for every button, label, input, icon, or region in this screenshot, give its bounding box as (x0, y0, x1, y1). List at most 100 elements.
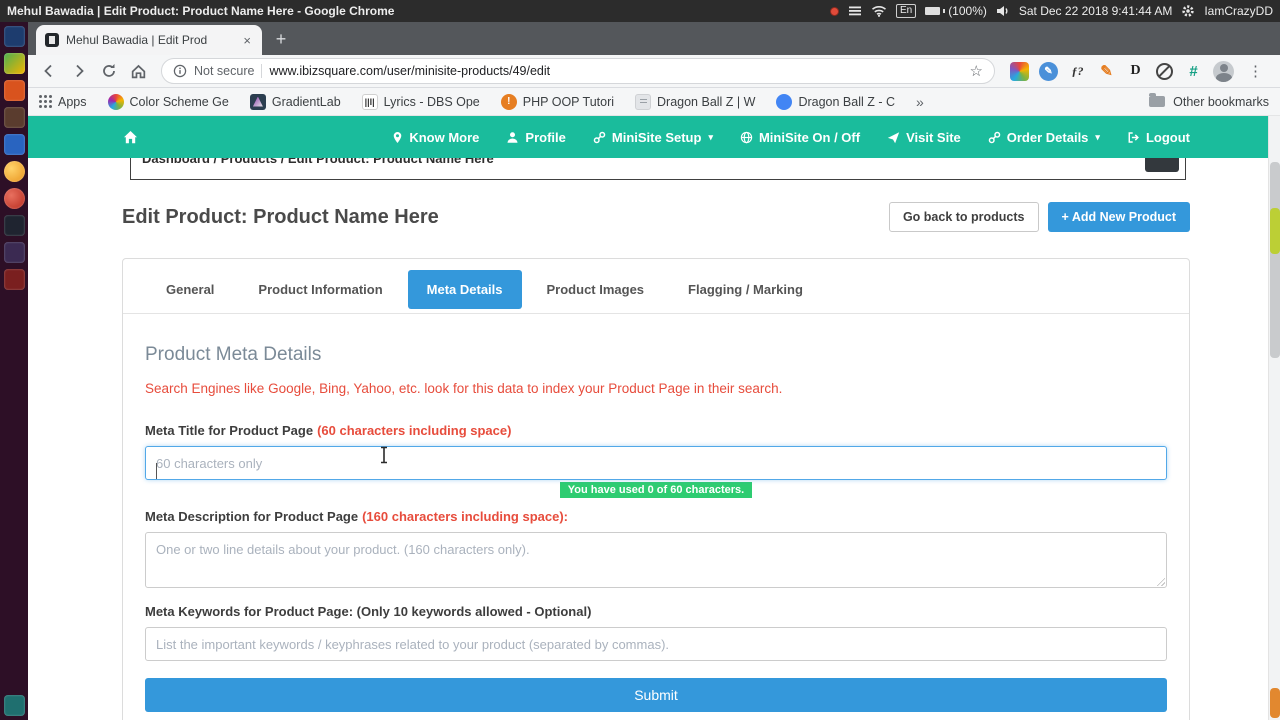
nav-label: Know More (409, 129, 480, 145)
launcher-icon[interactable] (3, 107, 25, 128)
add-new-product-button[interactable]: + Add New Product (1047, 202, 1190, 232)
launcher-icon[interactable] (3, 695, 25, 716)
extension-pencil-icon[interactable]: ✎ (1097, 62, 1116, 81)
battery-indicator[interactable]: (100%) (925, 4, 987, 18)
mouse-cursor-ibeam (378, 446, 390, 469)
apps-shortcut[interactable]: Apps (39, 95, 87, 109)
nav-item-profile[interactable]: Profile (506, 129, 566, 145)
bookmark-label: Lyrics - DBS Ope (383, 94, 480, 109)
extension-colorful-icon[interactable] (1010, 61, 1029, 81)
meta-details-form: Product Meta Details Search Engines like… (123, 314, 1189, 720)
browser-menu-icon[interactable]: ⋮ (1244, 62, 1267, 80)
page-viewport: Know More Profile MiniSite Setup ▾ MiniS… (28, 116, 1280, 720)
bookmark-item[interactable]: Dragon Ball Z | W (635, 93, 755, 110)
wifi-icon[interactable] (871, 5, 887, 17)
tab-close-icon[interactable]: × (241, 33, 253, 48)
nav-home-button[interactable] (122, 129, 139, 145)
menu-list-icon[interactable] (848, 5, 862, 17)
home-button[interactable] (126, 59, 151, 84)
bookmark-label: GradientLab (271, 94, 341, 109)
nav-item-visit-site[interactable]: Visit Site (887, 130, 961, 145)
bookmark-label: PHP OOP Tutori (522, 94, 615, 109)
security-label[interactable]: Not secure (194, 64, 254, 78)
launcher-icon[interactable] (3, 80, 25, 101)
browser-tab[interactable]: Mehul Bawadia | Edit Prod × (36, 25, 262, 55)
bookmark-item[interactable]: Dragon Ball Z - C (776, 93, 895, 110)
session-username[interactable]: IamCrazyDD (1204, 4, 1273, 18)
launcher-icon[interactable] (3, 161, 25, 182)
product-card: General Product Information Meta Details… (122, 258, 1190, 720)
page-content: Edit Product: Product Name Here Go back … (122, 202, 1190, 720)
go-back-button[interactable]: Go back to products (888, 202, 1039, 232)
paper-plane-icon (887, 131, 900, 143)
new-tab-button[interactable]: + (269, 28, 293, 52)
launcher-icon[interactable] (3, 242, 25, 263)
back-button[interactable] (36, 59, 61, 84)
info-icon[interactable] (173, 64, 187, 78)
keyboard-layout-indicator[interactable]: En (895, 4, 917, 18)
screen: Mehul Bawadia | Edit Product: Product Na… (0, 0, 1280, 720)
scrollbar-thumb[interactable] (1270, 162, 1280, 358)
breadcrumb[interactable]: Dashboard / Products / Edit Product: Pro… (142, 158, 494, 166)
tab-meta-details[interactable]: Meta Details (407, 270, 522, 309)
meta-description-textarea[interactable] (145, 532, 1167, 588)
address-bar[interactable]: Not secure www.ibizsquare.com/user/minis… (161, 58, 995, 84)
bookmark-star-icon[interactable]: ☆ (970, 62, 983, 80)
nav-label: Profile (525, 129, 566, 145)
nav-label: MiniSite Setup (611, 129, 702, 145)
clock[interactable]: Sat Dec 22 2018 9:41:44 AM (1019, 4, 1172, 18)
nav-item-order-details[interactable]: Order Details ▾ (988, 130, 1100, 145)
system-top-bar: Mehul Bawadia | Edit Product: Product Na… (0, 0, 1280, 22)
browser-toolbar: Not secure www.ibizsquare.com/user/minis… (28, 55, 1280, 88)
settings-gear-icon[interactable] (1181, 4, 1195, 18)
tab-flagging-marking[interactable]: Flagging / Marking (669, 270, 822, 309)
page-scrollbar[interactable] (1268, 116, 1280, 720)
launcher-icon[interactable] (3, 215, 25, 236)
meta-description-label: Meta Description for Product Page (160 ch… (145, 509, 1167, 524)
nav-item-logout[interactable]: Logout (1127, 130, 1190, 145)
extensions-row: ✎ ƒ? ✎ D # ⋮ (1005, 60, 1272, 82)
launcher-icon[interactable] (3, 134, 25, 155)
add-new-product-label: Add New Product (1071, 210, 1176, 224)
bookmark-item[interactable]: ||l| Lyrics - DBS Ope (361, 93, 480, 110)
pin-icon (394, 131, 402, 143)
meta-title-input[interactable] (145, 446, 1167, 480)
meta-keywords-input[interactable] (145, 627, 1167, 661)
bookmark-item[interactable]: Color Scheme Ge (107, 93, 229, 110)
launcher-icon[interactable] (3, 53, 25, 74)
tab-product-images[interactable]: Product Images (528, 270, 664, 309)
nav-item-know-more[interactable]: Know More (392, 130, 479, 145)
launcher-icon[interactable] (3, 269, 25, 290)
nav-item-minisite-setup[interactable]: MiniSite Setup ▾ (593, 130, 713, 145)
launcher-icon[interactable] (3, 26, 25, 47)
bookmarks-overflow-chevron[interactable]: » (916, 94, 924, 110)
other-bookmarks[interactable]: Other bookmarks (1149, 93, 1269, 109)
extension-function-icon[interactable]: ƒ? (1068, 62, 1087, 81)
bookmark-item[interactable]: GradientLab (249, 93, 341, 110)
submit-button[interactable]: Submit (145, 678, 1167, 712)
nav-item-minisite-onoff[interactable]: MiniSite On / Off (740, 130, 860, 145)
breadcrumb-right-button[interactable] (1145, 158, 1179, 172)
scrollbar-marker-green (1270, 208, 1280, 254)
url-text[interactable]: www.ibizsquare.com/user/minisite-product… (269, 64, 550, 78)
site-nav-items: Know More Profile MiniSite Setup ▾ MiniS… (392, 130, 1190, 145)
meta-keywords-label: Meta Keywords for Product Page: (Only 10… (145, 604, 592, 619)
tab-product-information[interactable]: Product Information (239, 270, 401, 309)
tab-general[interactable]: General (147, 270, 233, 309)
extension-blocker-icon[interactable] (1155, 62, 1174, 81)
bookmark-item[interactable]: ! PHP OOP Tutori (500, 93, 615, 110)
extension-grid-icon[interactable]: # (1184, 62, 1203, 81)
profile-avatar[interactable] (1213, 60, 1234, 82)
launcher-icon[interactable] (3, 188, 25, 209)
reload-button[interactable] (96, 59, 121, 84)
php-favicon: ! (500, 93, 517, 110)
extension-blue-pen-icon[interactable]: ✎ (1039, 61, 1058, 81)
char-counter-badge: You have used 0 of 60 characters. (559, 482, 753, 498)
battery-icon (925, 7, 941, 15)
forward-button[interactable] (66, 59, 91, 84)
globe-icon (740, 131, 753, 143)
lyrics-favicon: ||l| (361, 93, 378, 110)
extension-d-icon[interactable]: D (1126, 62, 1145, 81)
volume-icon[interactable] (996, 5, 1010, 17)
record-indicator-icon[interactable] (829, 6, 839, 16)
